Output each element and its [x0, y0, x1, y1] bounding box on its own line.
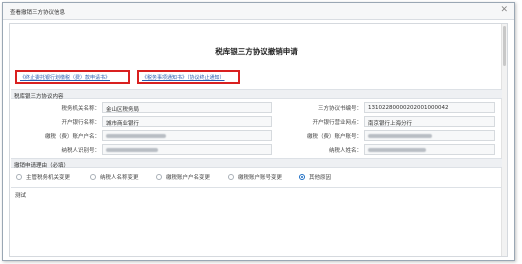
page-title: 税库银三方协议撤销申请: [215, 47, 298, 56]
account-name-field: [102, 130, 272, 141]
agreement-section-title: 税库银三方协议内容: [14, 93, 64, 100]
taxpayer-name-field: [364, 144, 495, 155]
dialog-content: 税库银三方协议撤销申请 《终止委托银行划缴税（费）款申请书》 《税务事项通知书》…: [9, 23, 508, 257]
taxpayer-id-field: [102, 144, 272, 155]
reason-option-other[interactable]: 其他原因: [299, 173, 331, 181]
reason-section-title: 撤销申请理由（必填）: [14, 162, 70, 169]
bank-name-label: 开户银行名称：: [61, 120, 100, 126]
agreement-section-header: 税库银三方协议内容: [11, 89, 502, 100]
reason-textarea[interactable]: 测试: [11, 187, 502, 253]
radio-checked-icon: [299, 174, 305, 180]
agreement-no-label: 三方协议书编号：: [317, 106, 362, 112]
radio-circle-icon: [228, 174, 234, 180]
bank-branch-label: 开户银行营业网点：: [312, 120, 362, 126]
reason-option-taxpayer-name-change[interactable]: 纳税人名称变更: [90, 173, 139, 181]
tax-authority-label: 税务机关名称：: [61, 106, 100, 112]
termination-request-link[interactable]: 《终止委托银行划缴税（费）款申请书》: [20, 75, 110, 81]
reason-option-tax-authority-change[interactable]: 主管税务机关变更: [16, 173, 70, 181]
close-icon[interactable]: ✕: [500, 6, 508, 15]
radio-circle-icon: [16, 174, 22, 180]
radio-circle-icon: [90, 174, 96, 180]
account-name-label: 缴税（费）账户户名：: [44, 134, 100, 140]
redacted-value: [106, 147, 158, 152]
termination-request-link-box: 《终止委托银行划缴税（费）款申请书》: [15, 70, 130, 84]
redacted-value: [368, 147, 426, 152]
radio-circle-icon: [156, 174, 162, 180]
dialog-titlebar: 查看撤销三方协议信息 ✕: [3, 3, 514, 20]
scrollbar-thumb[interactable]: [503, 26, 506, 66]
account-no-label: 缴税（费）账户账号：: [306, 134, 362, 140]
tax-authority-field: 金山区税务局: [102, 102, 272, 113]
agreement-no-field: 13102280000202001000042: [364, 102, 495, 113]
tax-notice-link-box: 《税务事项通知书》（协议终止通知）: [137, 70, 240, 84]
bank-name-field: 城市商业银行: [102, 116, 272, 127]
redacted-value: [106, 133, 166, 138]
tax-notice-link[interactable]: 《税务事项通知书》（协议终止通知）: [142, 75, 225, 81]
reason-option-account-name-change[interactable]: 缴税账户户名变更: [156, 173, 210, 181]
redacted-value: [368, 133, 432, 138]
dialog-title: 查看撤销三方协议信息: [10, 10, 66, 16]
bank-branch-field: 南京银行上海分行: [364, 116, 495, 127]
reason-section-header: 撤销申请理由（必填）: [11, 158, 502, 169]
reason-option-account-number-change[interactable]: 缴税账户账号变更: [228, 173, 282, 181]
taxpayer-id-label: 纳税人识别号：: [61, 148, 100, 154]
dialog-window: 查看撤销三方协议信息 ✕ 税库银三方协议撤销申请 《终止委托银行划缴税（费）款申…: [2, 2, 515, 261]
account-no-field: [364, 130, 495, 141]
reason-radio-group: 主管税务机关变更 纳税人名称变更 缴税账户户名变更 缴税账户账号变更 其他原因: [16, 173, 496, 185]
taxpayer-name-label: 纳税人姓名：: [328, 148, 362, 154]
